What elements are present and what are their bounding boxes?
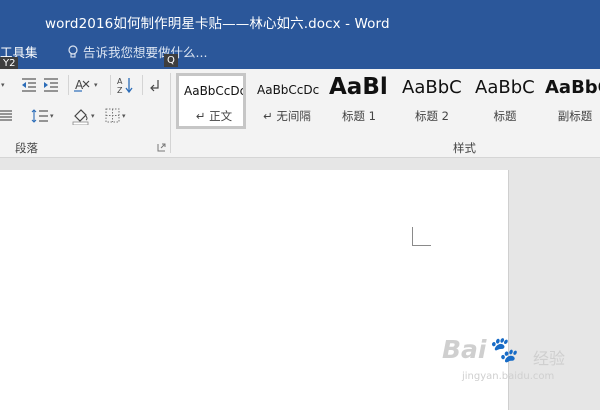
line-spacing-button[interactable]: ▾ bbox=[31, 107, 54, 125]
style-name: ↵ 无间隔 bbox=[263, 109, 311, 123]
style-normal[interactable]: AaBbCcDc ↵ 正文 bbox=[176, 73, 246, 129]
style-no-spacing[interactable]: AaBbCcDc ↵ 无间隔 bbox=[252, 73, 322, 129]
align-justify-icon bbox=[0, 110, 12, 121]
document-page[interactable] bbox=[0, 170, 509, 410]
style-heading-1[interactable]: AaBl 标题 1 bbox=[324, 73, 394, 129]
dropdown-arrow-icon: ▾ bbox=[94, 81, 98, 89]
divider bbox=[110, 75, 111, 95]
style-preview: AaBbC bbox=[475, 77, 535, 98]
style-name: 标题 bbox=[493, 109, 517, 123]
tell-me-box[interactable]: 告诉我您想要做什么... bbox=[67, 42, 207, 61]
decrease-indent-button[interactable] bbox=[20, 76, 38, 94]
paragraph-mark-icon bbox=[150, 80, 159, 92]
paragraph-group-label: 段落 bbox=[15, 141, 38, 155]
lightbulb-icon bbox=[68, 44, 78, 58]
shading-button[interactable]: ▾ bbox=[72, 107, 95, 125]
watermark-cn: 经验 bbox=[533, 349, 566, 368]
increase-indent-button[interactable] bbox=[42, 76, 60, 94]
watermark: Bai🐾 经验 jingyan.baidu.com bbox=[440, 333, 590, 388]
list-level-dropdown[interactable]: ▾ bbox=[0, 76, 5, 94]
style-name: ↵ 正文 bbox=[195, 109, 233, 123]
style-name: 标题 1 bbox=[342, 109, 376, 123]
ribbon: ▾ A ▾ A Z ▾ ▾ ▾ 段落 AaBbCcDc ↵ 正文 AaBbCcD… bbox=[0, 69, 600, 158]
show-paragraph-marks-button[interactable] bbox=[149, 76, 161, 94]
style-title[interactable]: AaBbC 标题 bbox=[470, 73, 540, 129]
dropdown-arrow-icon: ▾ bbox=[122, 112, 126, 120]
style-preview: AaBbC bbox=[545, 77, 600, 98]
style-name: 标题 2 bbox=[415, 109, 449, 123]
borders-button[interactable]: ▾ bbox=[105, 107, 126, 125]
outdent-icon bbox=[22, 78, 36, 92]
ribbon-tab-bar: 工具集 告诉我您想要做什么... bbox=[0, 40, 600, 69]
style-preview: AaBl bbox=[329, 74, 388, 100]
paragraph-mark-icon: ↵ bbox=[195, 109, 206, 123]
watermark-brand: Bai🐾 bbox=[442, 335, 518, 364]
shading-icon bbox=[72, 109, 89, 125]
style-preview: AaBbCcDc bbox=[257, 83, 320, 97]
style-subtitle[interactable]: AaBbC 副标题 bbox=[540, 73, 600, 129]
sort-icon: A Z bbox=[117, 77, 133, 94]
dropdown-arrow-icon: ▾ bbox=[50, 112, 54, 120]
group-divider bbox=[170, 73, 171, 153]
styles-gallery: AaBbCcDc ↵ 正文 AaBbCcDc ↵ 无间隔 AaBl 标题 1 A… bbox=[176, 73, 600, 133]
dropdown-arrow-icon: ▾ bbox=[1, 81, 5, 89]
keytip-q: Q bbox=[164, 54, 178, 67]
svg-text:A: A bbox=[117, 77, 123, 86]
sort-button[interactable]: A Z bbox=[116, 76, 134, 94]
paw-icon: 🐾 bbox=[486, 335, 518, 364]
styles-group-label: 样式 bbox=[453, 141, 476, 155]
page-corner-mark bbox=[412, 227, 431, 246]
tell-me-placeholder: 告诉我您想要做什么... bbox=[83, 45, 208, 60]
text-direction-icon: A bbox=[74, 78, 90, 92]
style-preview: AaBbCcDc bbox=[184, 84, 246, 98]
paragraph-mark-icon: ↵ bbox=[263, 109, 273, 123]
justify-button[interactable] bbox=[0, 107, 14, 125]
style-name: 副标题 bbox=[557, 109, 593, 123]
style-heading-2[interactable]: AaBbC 标题 2 bbox=[397, 73, 467, 129]
dialog-launcher-icon[interactable] bbox=[157, 143, 166, 152]
svg-text:Z: Z bbox=[117, 86, 123, 94]
svg-text:A: A bbox=[75, 78, 84, 92]
divider bbox=[142, 75, 143, 95]
line-spacing-icon bbox=[31, 109, 48, 123]
divider bbox=[68, 75, 69, 95]
watermark-url: jingyan.baidu.com bbox=[462, 371, 555, 382]
style-preview: AaBbC bbox=[402, 77, 462, 98]
title-bar: word2016如何制作明星卡贴——林心如六.docx - Word bbox=[0, 0, 600, 40]
dropdown-arrow-icon: ▾ bbox=[91, 112, 95, 120]
window-title: word2016如何制作明星卡贴——林心如六.docx - Word bbox=[45, 16, 390, 32]
text-direction-button[interactable]: A ▾ bbox=[73, 76, 98, 94]
borders-icon bbox=[105, 108, 120, 123]
indent-icon bbox=[44, 78, 58, 92]
